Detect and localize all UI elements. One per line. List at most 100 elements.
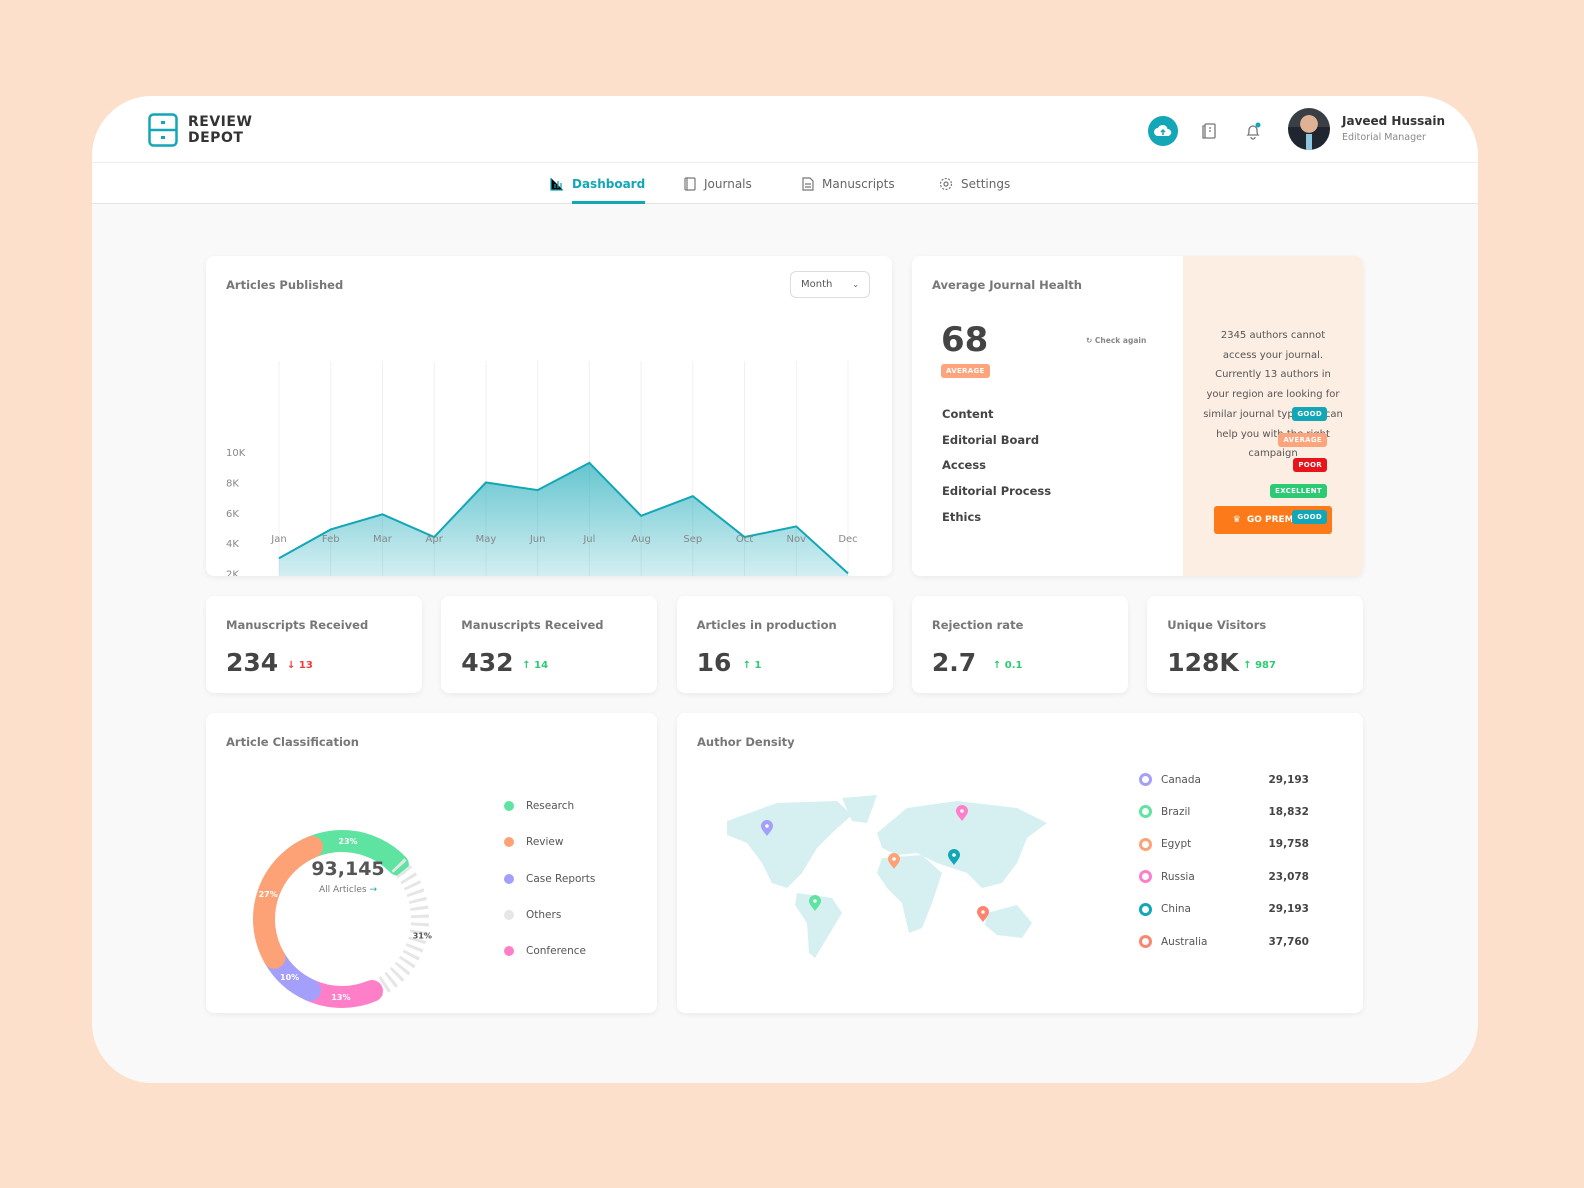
stat-value: 128K [1167, 648, 1239, 677]
health-status-badge: GOOD [1292, 407, 1327, 421]
stat-label: Rejection rate [931, 618, 1024, 632]
health-row-label: Ethics [942, 509, 982, 524]
header: REVIEW DEPOT Javeed Hussain Editorial Man… [92, 96, 1478, 163]
health-status-badge: EXCELLENT [1270, 484, 1327, 499]
stat-card: Rejection rate 2.7 ↑ 0.1 [911, 596, 1128, 693]
stat-label: Manuscripts Received [461, 618, 604, 632]
legend-item[interactable]: Others [504, 909, 561, 921]
y-tick-label: 4K [226, 539, 239, 550]
gear-icon [939, 177, 953, 190]
all-articles-label: All Articles [318, 885, 367, 895]
delta-value: 0.1 [1004, 660, 1023, 671]
health-row: Editorial Board AVERAGE [942, 432, 1327, 447]
brand-line1: REVIEW [188, 114, 253, 130]
x-tick-label: Aug [631, 534, 651, 545]
health-row-label: Access [942, 458, 987, 473]
legend-label: Conference [526, 945, 587, 958]
x-tick-label: Jan [270, 534, 286, 545]
tab-label: Dashboard [572, 176, 646, 191]
legend-dot-icon [504, 873, 514, 884]
tab-label: Manuscripts [822, 176, 895, 191]
country-row: Egypt 19,758 [1139, 837, 1309, 851]
main-nav: Dashboard Journals Manuscripts Settings [92, 163, 1478, 204]
segment-label: 31% [413, 931, 432, 940]
donut-segment-others[interactable] [368, 858, 429, 1000]
ring-icon [1139, 935, 1152, 948]
legend-label: Others [526, 908, 562, 921]
ring-icon [1139, 837, 1152, 851]
card-title: Author Density [697, 735, 795, 749]
legend-item[interactable]: Research [504, 800, 574, 812]
tab-manuscripts[interactable]: Manuscripts [802, 163, 895, 204]
stat-card: Manuscripts Received 432 ↑ 14 [441, 596, 658, 693]
legend-dot-icon [504, 909, 514, 920]
world-map [727, 795, 1047, 958]
country-name: Brazil [1161, 805, 1191, 818]
journal-icon[interactable] [1194, 116, 1224, 146]
user-role: Editorial Manager [1342, 132, 1426, 143]
delta-value: 13 [298, 660, 313, 671]
brand-line2: DEPOT [188, 130, 244, 146]
segment-label: 10% [280, 973, 299, 982]
x-tick-label: Jul [582, 534, 595, 545]
stat-value: 16 [696, 648, 732, 677]
bell-icon[interactable] [1238, 116, 1268, 146]
ring-icon [1139, 805, 1152, 819]
ring-icon [1139, 870, 1152, 884]
cloud-upload-icon[interactable] [1148, 116, 1178, 146]
tab-dashboard[interactable]: Dashboard [550, 163, 646, 204]
avatar[interactable] [1288, 108, 1330, 150]
x-tick-label: Apr [426, 534, 444, 545]
health-status-badge: POOR [1293, 458, 1327, 473]
tab-settings[interactable]: Settings [939, 163, 1010, 204]
legend-item[interactable]: Conference [504, 945, 586, 957]
article-classification-card: Article Classification 23% 31% 13% 10% 27% 9… [206, 713, 657, 1013]
ring-icon [1139, 773, 1152, 786]
area-chart: 01K2K4K6K8K10KJanFebMarAprMayJunJulAugSe… [226, 361, 858, 576]
country-value: 23,078 [1268, 870, 1309, 883]
score-badge: AVERAGE [941, 364, 990, 378]
x-tick-label: Oct [736, 534, 753, 545]
north-america-shape [727, 801, 852, 888]
stat-delta: ↑ 1 [743, 660, 762, 671]
legend-label: Case Reports [526, 872, 596, 885]
country-name: China [1161, 903, 1191, 916]
health-row-label: Editorial Process [942, 484, 1052, 499]
health-row-label: Content [942, 407, 994, 421]
health-row-label: Editorial Board [942, 432, 1040, 447]
refresh-icon: ↻ [1086, 336, 1093, 345]
logo[interactable]: REVIEW DEPOT [148, 113, 252, 147]
stat-delta: ↓ 13 [287, 660, 313, 671]
journal-health-card: Average Journal Health 68 AVERAGE ↻ Chec… [912, 256, 1363, 576]
health-status-badge: AVERAGE [1278, 432, 1327, 447]
country-row: China 29,193 [1139, 902, 1309, 916]
stat-value: 432 [461, 648, 514, 677]
arrow-up-icon: ↑ [742, 660, 751, 671]
africa-shape [877, 855, 942, 933]
delta-value: 14 [534, 660, 549, 671]
author-density-card: Author Density Canada 29,193 Brazil 18,832 E… [677, 713, 1363, 1013]
all-articles-link[interactable]: All Articles → [288, 885, 408, 895]
x-tick-label: Dec [838, 534, 857, 545]
articles-published-card: Articles Published Month⌄ 01K2K4K6K8K10K… [206, 256, 892, 576]
stat-label: Articles in production [696, 618, 837, 632]
legend-dot-icon [504, 801, 514, 811]
arrow-down-icon: ↓ [287, 660, 296, 671]
check-again-button[interactable]: ↻ Check again [1086, 336, 1146, 345]
card-title: Article Classification [226, 735, 359, 749]
check-again-label: Check again [1094, 336, 1147, 345]
legend-item[interactable]: Case Reports [504, 873, 595, 885]
x-tick-label: Sep [683, 534, 702, 545]
stat-card: Unique Visitors 128K ↑ 987 [1147, 596, 1364, 693]
x-tick-label: Feb [322, 534, 340, 545]
app-window: REVIEW DEPOT Javeed Hussain Editorial Man… [92, 96, 1478, 1083]
stat-delta: ↑ 0.1 [993, 660, 1023, 671]
tab-journals[interactable]: Journals [684, 163, 752, 204]
legend-item[interactable]: Review [504, 836, 563, 848]
tab-label: Journals [704, 176, 752, 191]
country-row: Brazil 18,832 [1139, 805, 1309, 819]
ring-icon [1139, 902, 1152, 916]
country-name: Australia [1161, 935, 1208, 948]
tab-label: Settings [961, 176, 1011, 191]
logo-icon [148, 113, 178, 147]
